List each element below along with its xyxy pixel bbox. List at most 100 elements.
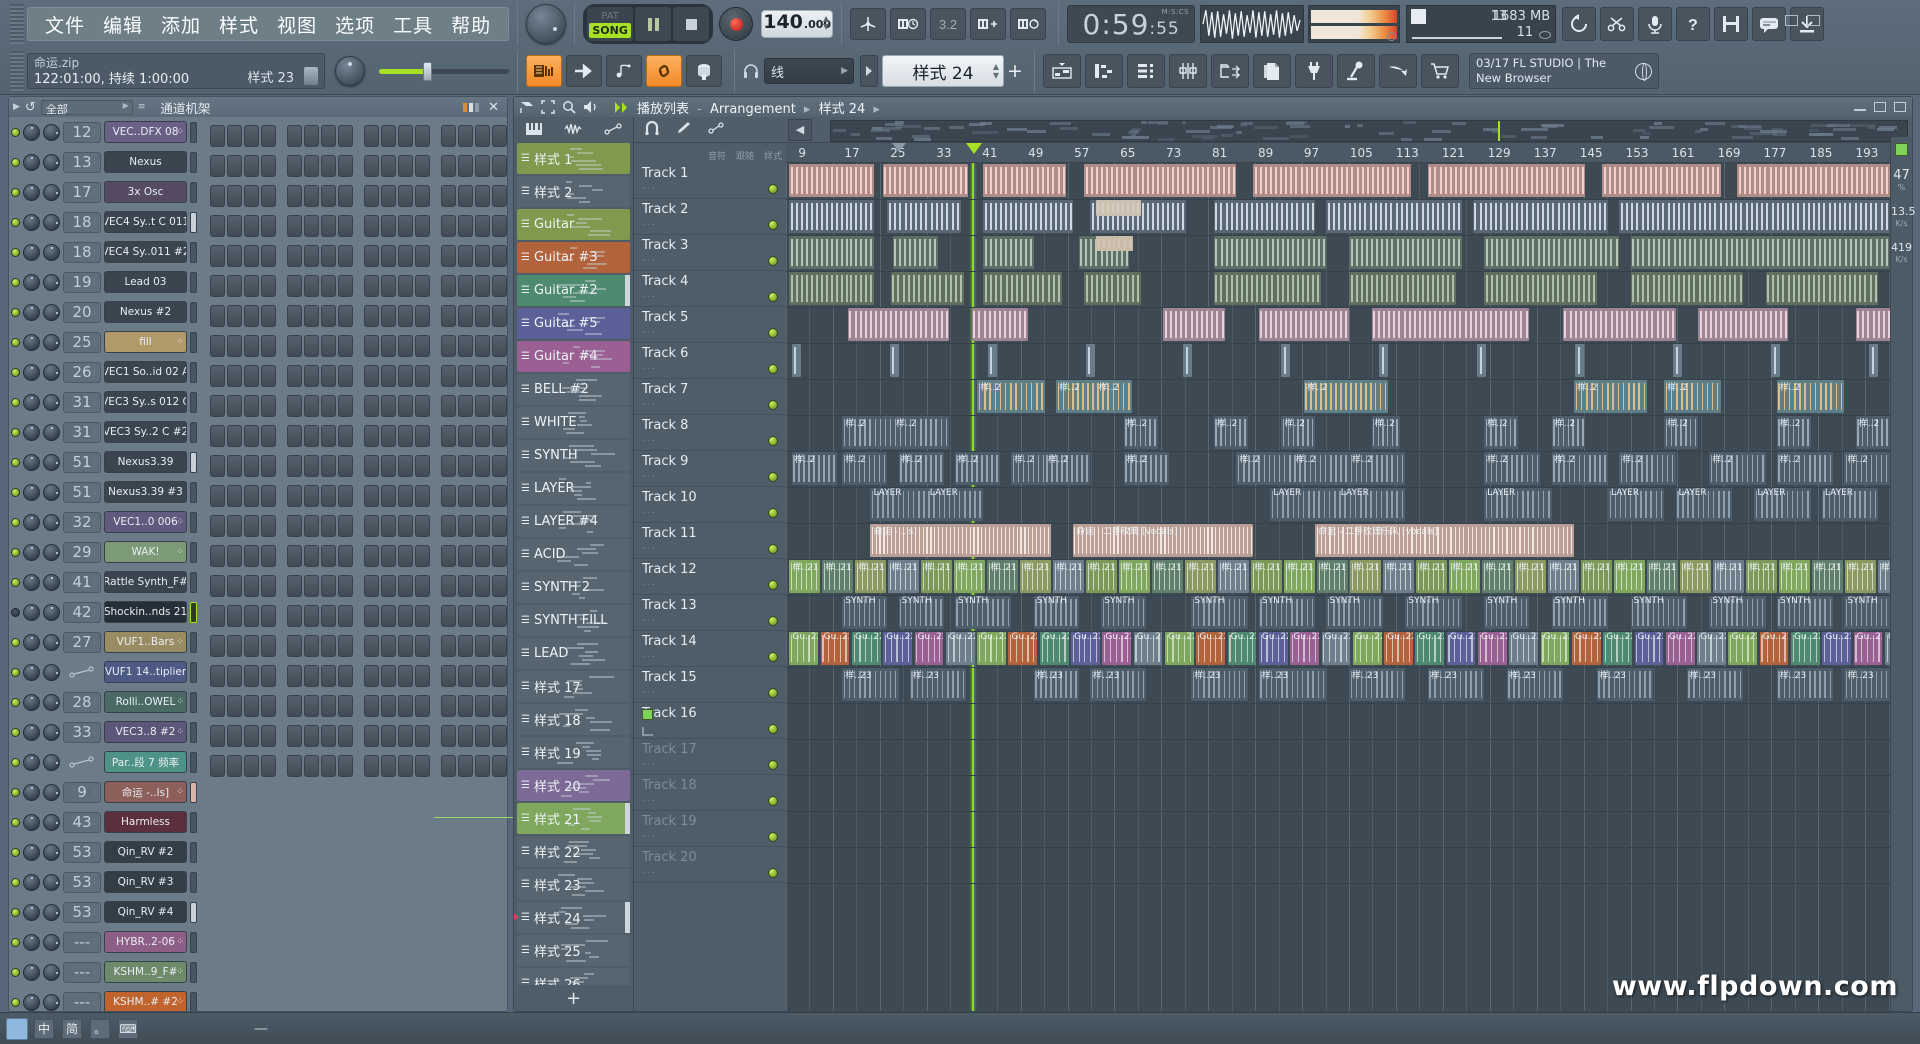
playlist-clip[interactable]: 样..2 [1349,452,1405,485]
step-row[interactable] [210,751,507,781]
track-header[interactable]: Track 11 ··· [634,523,786,559]
playlist-clip[interactable]: 样..2 [842,416,898,449]
playlist-clip[interactable]: 样..21 [1317,560,1347,593]
playlist-clip[interactable]: 样..21 [921,560,951,593]
playlist-clip[interactable]: SYNTH [842,596,887,629]
playlist-clip[interactable]: 样..2 [1056,380,1095,413]
playlist-clip[interactable]: 样..21 [1713,560,1743,593]
step-button[interactable] [261,275,276,297]
step-button[interactable] [304,635,319,657]
channel-volume-knob[interactable] [43,784,60,801]
step-button[interactable] [415,605,430,627]
step-button[interactable] [304,305,319,327]
step-button[interactable] [364,545,379,567]
playlist-clip[interactable]: 样..21 [1284,560,1314,593]
step-button[interactable] [261,335,276,357]
step-button[interactable] [304,755,319,777]
step-button[interactable] [244,545,259,567]
playlist-clip[interactable]: 样..21 [1779,560,1809,593]
channel-mixer-number[interactable]: --- ⋮ [63,992,101,1012]
step-button[interactable] [210,305,225,327]
step-button[interactable] [338,665,353,687]
step-row[interactable] [210,631,507,661]
step-button[interactable] [381,605,396,627]
playlist-clip[interactable]: Gu..22 [1854,632,1883,665]
step-button[interactable] [244,125,259,147]
step-row[interactable] [210,781,507,811]
step-button[interactable] [458,155,473,177]
channel-name-button[interactable]: VEC4 Sy..011 #2 [104,241,187,263]
step-button[interactable] [381,575,396,597]
channel-volume-knob[interactable] [43,244,60,261]
step-button[interactable] [441,125,456,147]
channel-row[interactable]: 51 ⋮ Nexus3.39 #3 [9,477,204,507]
step-button[interactable] [304,695,319,717]
channel-led[interactable] [11,668,20,677]
step-row[interactable] [210,661,507,691]
step-button[interactable] [364,515,379,537]
track-header[interactable]: Track 12 ··· [634,559,786,595]
playlist-clip[interactable]: 样..21 [1383,560,1413,593]
step-button[interactable] [441,425,456,447]
step-button[interactable] [321,275,336,297]
microphone-button[interactable] [1638,7,1672,41]
step-button[interactable] [210,635,225,657]
channel-volume-knob[interactable] [43,574,60,591]
step-button[interactable] [441,695,456,717]
playlist-clip[interactable]: 样..2 [1777,380,1845,413]
channel-volume-knob[interactable] [43,904,60,921]
step-button[interactable] [381,665,396,687]
playlist-clip[interactable]: Gu..22 [1666,632,1695,665]
playlist-clip[interactable]: SYNTH [1631,596,1687,629]
step-jump-button[interactable] [566,55,602,87]
channel-pan-knob[interactable] [23,214,40,231]
step-button[interactable] [227,485,242,507]
playlist-clip[interactable]: SYNTH [1777,596,1833,629]
playlist-clip[interactable] [1563,308,1676,341]
playlist-clip[interactable]: 样..2 [1281,416,1315,449]
playlist-clip[interactable]: 样..2 [1777,416,1811,449]
step-button[interactable] [287,515,302,537]
step-button[interactable] [287,755,302,777]
step-button[interactable] [338,245,353,267]
step-button[interactable] [398,215,413,237]
step-button[interactable] [492,245,507,267]
toolbar-grip[interactable] [10,4,24,44]
step-button[interactable] [261,755,276,777]
step-button[interactable] [475,755,490,777]
channel-pan-knob[interactable] [23,754,40,771]
step-button[interactable] [287,275,302,297]
step-button[interactable] [321,305,336,327]
step-button[interactable] [381,545,396,567]
mixer-insert-button[interactable] [686,55,722,87]
step-row[interactable] [210,571,507,601]
step-button[interactable] [261,725,276,747]
playlist-clip[interactable] [789,164,873,197]
track-led[interactable] [768,256,778,266]
playlist-clip[interactable]: Gu..22 [1384,632,1413,665]
step-button[interactable] [441,485,456,507]
channel-volume-knob[interactable] [43,364,60,381]
pattern-prev-button[interactable] [860,55,878,87]
step-button[interactable] [492,725,507,747]
channel-led[interactable] [11,368,20,377]
step-button[interactable] [287,305,302,327]
pattern-list-item[interactable]: ☰ 样式 2 [517,176,630,207]
pattern-list-item[interactable]: ☰ 样式 24 [517,902,630,933]
step-button[interactable] [287,155,302,177]
step-button[interactable] [381,215,396,237]
track-led[interactable] [768,436,778,446]
step-button[interactable] [492,395,507,417]
step-button[interactable] [381,635,396,657]
playlist-clip[interactable]: 样..23 [910,668,966,701]
step-button[interactable] [441,215,456,237]
step-button[interactable] [338,335,353,357]
channel-mixer-number[interactable]: 20 ⋮ [63,302,101,323]
playlist-clip[interactable] [1473,200,1608,233]
playlist-clip[interactable] [789,236,873,269]
playlist-pencil-icon[interactable] [676,121,692,138]
playlist-clip[interactable]: Gu..22 [1791,632,1820,665]
step-button[interactable] [458,305,473,327]
menu-file[interactable]: 文件 [36,8,94,41]
step-row[interactable] [210,121,507,151]
